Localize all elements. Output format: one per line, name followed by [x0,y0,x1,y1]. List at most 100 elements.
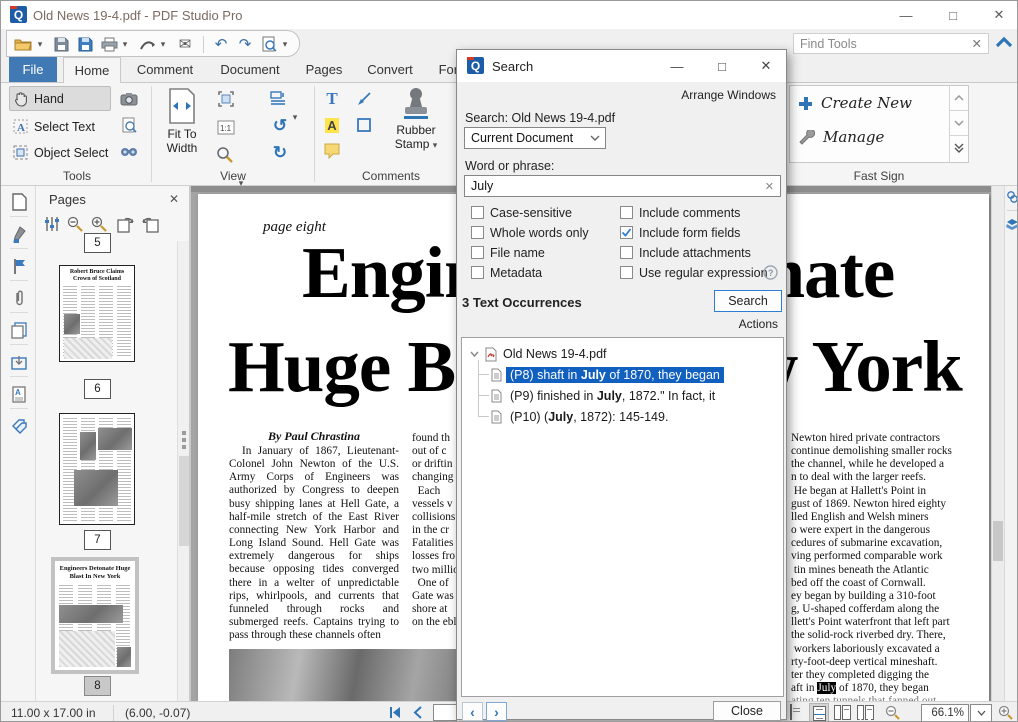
preview-dropdown-icon[interactable]: ▾ [279,35,291,53]
tab-home[interactable]: Home [63,57,121,83]
zoom-dropdown-icon[interactable] [970,704,992,722]
zoom-in-icon[interactable] [998,705,1014,721]
results-root-label[interactable]: Old News 19-4.pdf [503,347,607,361]
layout-single-icon[interactable] [790,705,792,719]
undo-icon[interactable]: ↶ [211,35,231,53]
results-root-row[interactable]: Old News 19-4.pdf [462,344,783,364]
whole-words-checkbox[interactable] [471,226,484,239]
fast-sign-scrollbar[interactable] [949,86,968,162]
include-attachments-label[interactable]: Include attachments [639,246,751,260]
find-tools-input[interactable]: Find Tools ✕ [793,33,989,54]
actual-size-icon[interactable]: 1:1 [215,116,237,138]
select-text-button[interactable]: A Select Text [9,114,111,139]
page-number-label[interactable]: 5 [84,233,111,253]
scroll-down-icon[interactable] [950,111,968,136]
sticky-note-icon[interactable] [321,140,343,162]
zoom-tool-icon[interactable] [213,143,235,165]
open-file-icon[interactable] [13,35,33,53]
search-dialog-titlebar[interactable]: Q Search — □ ✕ [457,50,786,82]
tab-convert[interactable]: Convert [357,57,423,82]
thumbnail-options-icon[interactable] [44,216,60,232]
attachments-panel-icon[interactable] [9,288,29,308]
zoom-out-icon[interactable] [885,705,901,721]
expand-gallery-icon[interactable] [950,136,968,160]
rotate-page-cw-icon[interactable] [116,215,136,233]
actions-link[interactable]: Actions [739,317,778,331]
dialog-maximize-icon[interactable]: □ [707,56,737,76]
redo-icon[interactable]: ↷ [235,35,255,53]
search-result-row-1[interactable]: (P8) shaft in July of 1870, they began [462,365,783,385]
highlight-text-icon[interactable]: A [321,114,343,136]
pages-scrollbar-thumb[interactable] [179,456,189,546]
clear-query-icon[interactable]: ✕ [765,180,774,193]
previous-page-icon[interactable] [413,706,423,719]
typewriter-icon[interactable]: T [321,88,343,110]
page-thumbnail-7[interactable] [59,413,135,525]
linked-views-panel-icon[interactable] [1006,191,1018,203]
shrink-thumbnails-icon[interactable] [67,216,83,232]
tab-file[interactable]: File [9,57,57,82]
clear-find-tools-icon[interactable]: ✕ [972,36,982,51]
page-number-label[interactable]: 6 [84,379,111,399]
search-result-row-2[interactable]: (P9) finished in July, 1872." In fact, i… [462,386,783,406]
square-annotation-icon[interactable] [353,114,375,136]
fit-to-width-button[interactable]: Fit To Width [157,86,207,162]
pages-panel-icon[interactable] [9,192,29,212]
page-number-label-selected[interactable]: 8 [84,676,111,696]
first-page-icon[interactable] [389,706,402,719]
create-new-signature-button[interactable]: Create New [798,94,912,112]
search-query-input[interactable]: July ✕ [464,175,781,197]
close-window-icon[interactable]: ✕ [985,5,1013,25]
tab-pages[interactable]: Pages [297,57,351,82]
page-layout-icon[interactable] [267,88,289,110]
tree-collapse-icon[interactable] [470,351,479,357]
rotate-ccw-icon[interactable]: ↺ [269,114,291,136]
regex-checkbox[interactable] [620,266,633,279]
rubber-stamp-button[interactable]: Rubber Stamp ▾ [387,84,445,164]
minimize-icon[interactable]: — [892,5,920,25]
include-comments-checkbox[interactable] [620,206,633,219]
grow-thumbnails-icon[interactable] [91,216,107,232]
comments-panel-icon[interactable] [9,256,29,276]
print-dropdown-icon[interactable]: ▾ [119,35,131,53]
save-as-icon[interactable] [75,35,95,53]
tags-panel-icon[interactable] [9,416,29,436]
dialog-minimize-icon[interactable]: — [662,56,692,76]
stamps-panel-icon[interactable] [1006,218,1018,230]
loupe-icon[interactable] [118,114,140,136]
collapse-ribbon-icon[interactable] [993,34,1015,52]
search-result-row-3[interactable]: (P10) (July, 1872): 145-149. [462,407,783,427]
close-search-button[interactable]: Close [713,701,781,721]
layout-facing-icon[interactable] [834,705,851,720]
case-sensitive-checkbox[interactable] [471,206,484,219]
content-panel-icon[interactable]: A [9,384,29,404]
pages-panel-scrollbar[interactable] [177,241,189,701]
arrange-windows-link[interactable]: Arrange Windows [681,88,776,102]
rotate-cw-icon[interactable]: ↻ [269,141,291,163]
pen-tool-icon[interactable] [137,35,157,53]
case-sensitive-label[interactable]: Case-sensitive [490,206,572,220]
document-scrollbar[interactable] [991,186,1004,701]
fit-page-icon[interactable] [215,88,237,110]
previous-result-button[interactable]: ‹ [462,702,483,721]
file-name-checkbox[interactable] [471,246,484,259]
regex-help-icon[interactable]: ? [763,265,778,280]
regex-label[interactable]: Use regular expression [639,266,768,280]
search-button[interactable]: Search [714,290,782,312]
tab-document[interactable]: Document [209,57,291,82]
panel-splitter-handle[interactable] [182,431,186,449]
object-select-button[interactable]: Object Select [9,140,111,165]
camera-snapshot-icon[interactable] [118,88,140,110]
page-thumbnail-8[interactable]: Engineers Detonate Huge Blast In New Yor… [51,557,139,674]
include-comments-label[interactable]: Include comments [639,206,740,220]
layout-continuous-icon[interactable] [809,703,829,722]
manage-signatures-button[interactable]: Manage [798,128,884,146]
print-icon[interactable] [99,35,119,53]
open-dropdown-icon[interactable]: ▾ [34,35,46,53]
include-attachments-checkbox[interactable] [620,246,633,259]
page-thumbnail-6[interactable]: Robert Bruce Claims Crown of Scotland [59,265,135,362]
layers-panel-icon[interactable] [9,320,29,340]
metadata-checkbox[interactable] [471,266,484,279]
binoculars-search-icon[interactable] [118,140,140,162]
email-icon[interactable]: ✉ [175,35,195,53]
